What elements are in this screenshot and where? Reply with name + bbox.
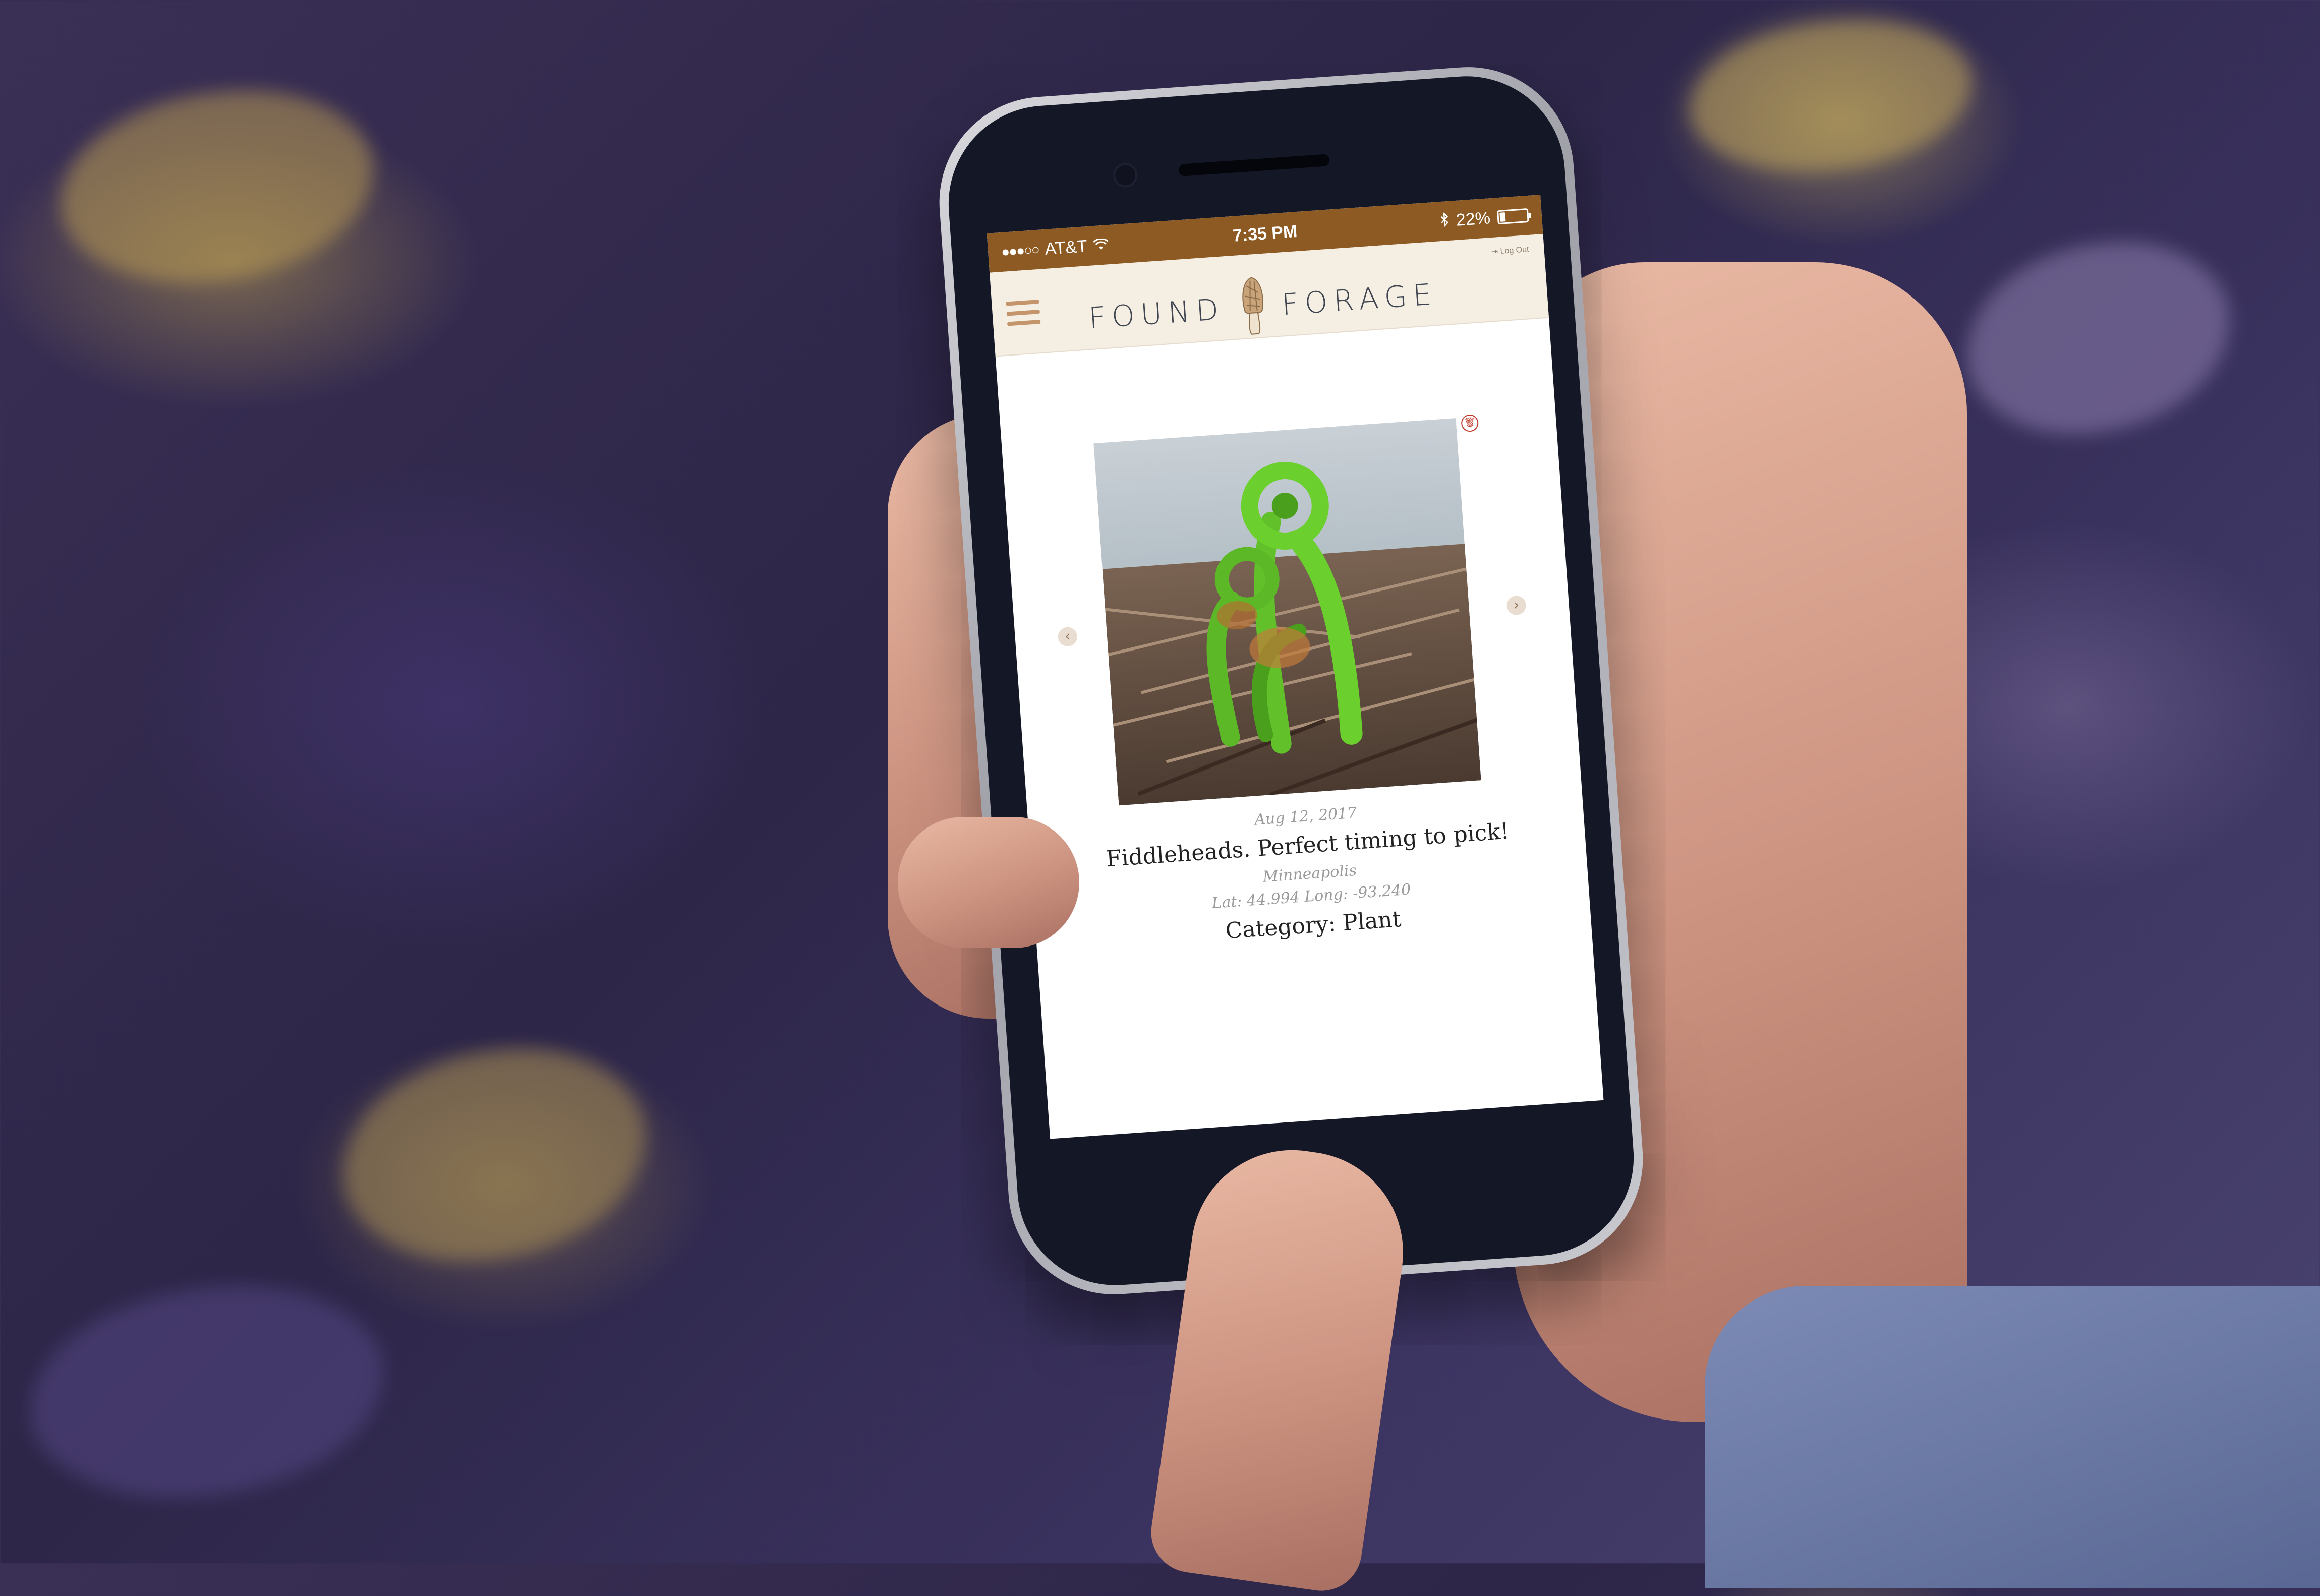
logout-label: Log Out — [1500, 245, 1530, 256]
earpiece-speaker — [1178, 154, 1330, 177]
front-camera — [1112, 162, 1138, 189]
logo-word-found: FOUND — [1087, 291, 1226, 336]
bluetooth-icon — [1439, 211, 1450, 231]
background-foliage — [1690, 20, 1972, 171]
previous-arrow-icon[interactable]: ‹ — [1057, 626, 1078, 647]
left-fingers — [898, 817, 1079, 948]
background-foliage — [61, 91, 373, 282]
logout-icon: ⇥ — [1491, 247, 1501, 257]
post-details: Aug 12, 2017 Fiddleheads. Perfect timing… — [1028, 788, 1591, 957]
morel-mushroom-icon — [1237, 275, 1269, 339]
phone-face: ●●●○○ AT&T 7:35 PM 22% FOUND FORAGE ⇥ Lo… — [942, 70, 1641, 1292]
battery-percent: 22% — [1455, 208, 1491, 230]
hamburger-menu-icon[interactable] — [1006, 300, 1041, 326]
delete-trash-icon[interactable]: 🗑 — [1461, 413, 1479, 433]
phone: ●●●○○ AT&T 7:35 PM 22% FOUND FORAGE ⇥ Lo… — [932, 60, 1650, 1302]
logout-link[interactable]: ⇥ Log Out — [1491, 244, 1529, 257]
screen: ●●●○○ AT&T 7:35 PM 22% FOUND FORAGE ⇥ Lo… — [987, 195, 1604, 1139]
background-foliage — [1967, 242, 2229, 434]
sleeve — [1705, 1286, 2320, 1588]
battery-icon — [1496, 208, 1529, 225]
status-right: 22% — [1439, 205, 1529, 231]
next-arrow-icon[interactable]: › — [1506, 595, 1527, 616]
battery-fill — [1499, 212, 1506, 222]
background-foliage — [30, 1286, 383, 1498]
logo-word-forage: FORAGE — [1281, 276, 1439, 322]
post-view: ‹ 🗑 › Aug 12, 2017 Fiddleheads. Perfect … — [996, 318, 1604, 1139]
background-foliage — [343, 1049, 646, 1261]
post-photo — [1093, 418, 1481, 806]
